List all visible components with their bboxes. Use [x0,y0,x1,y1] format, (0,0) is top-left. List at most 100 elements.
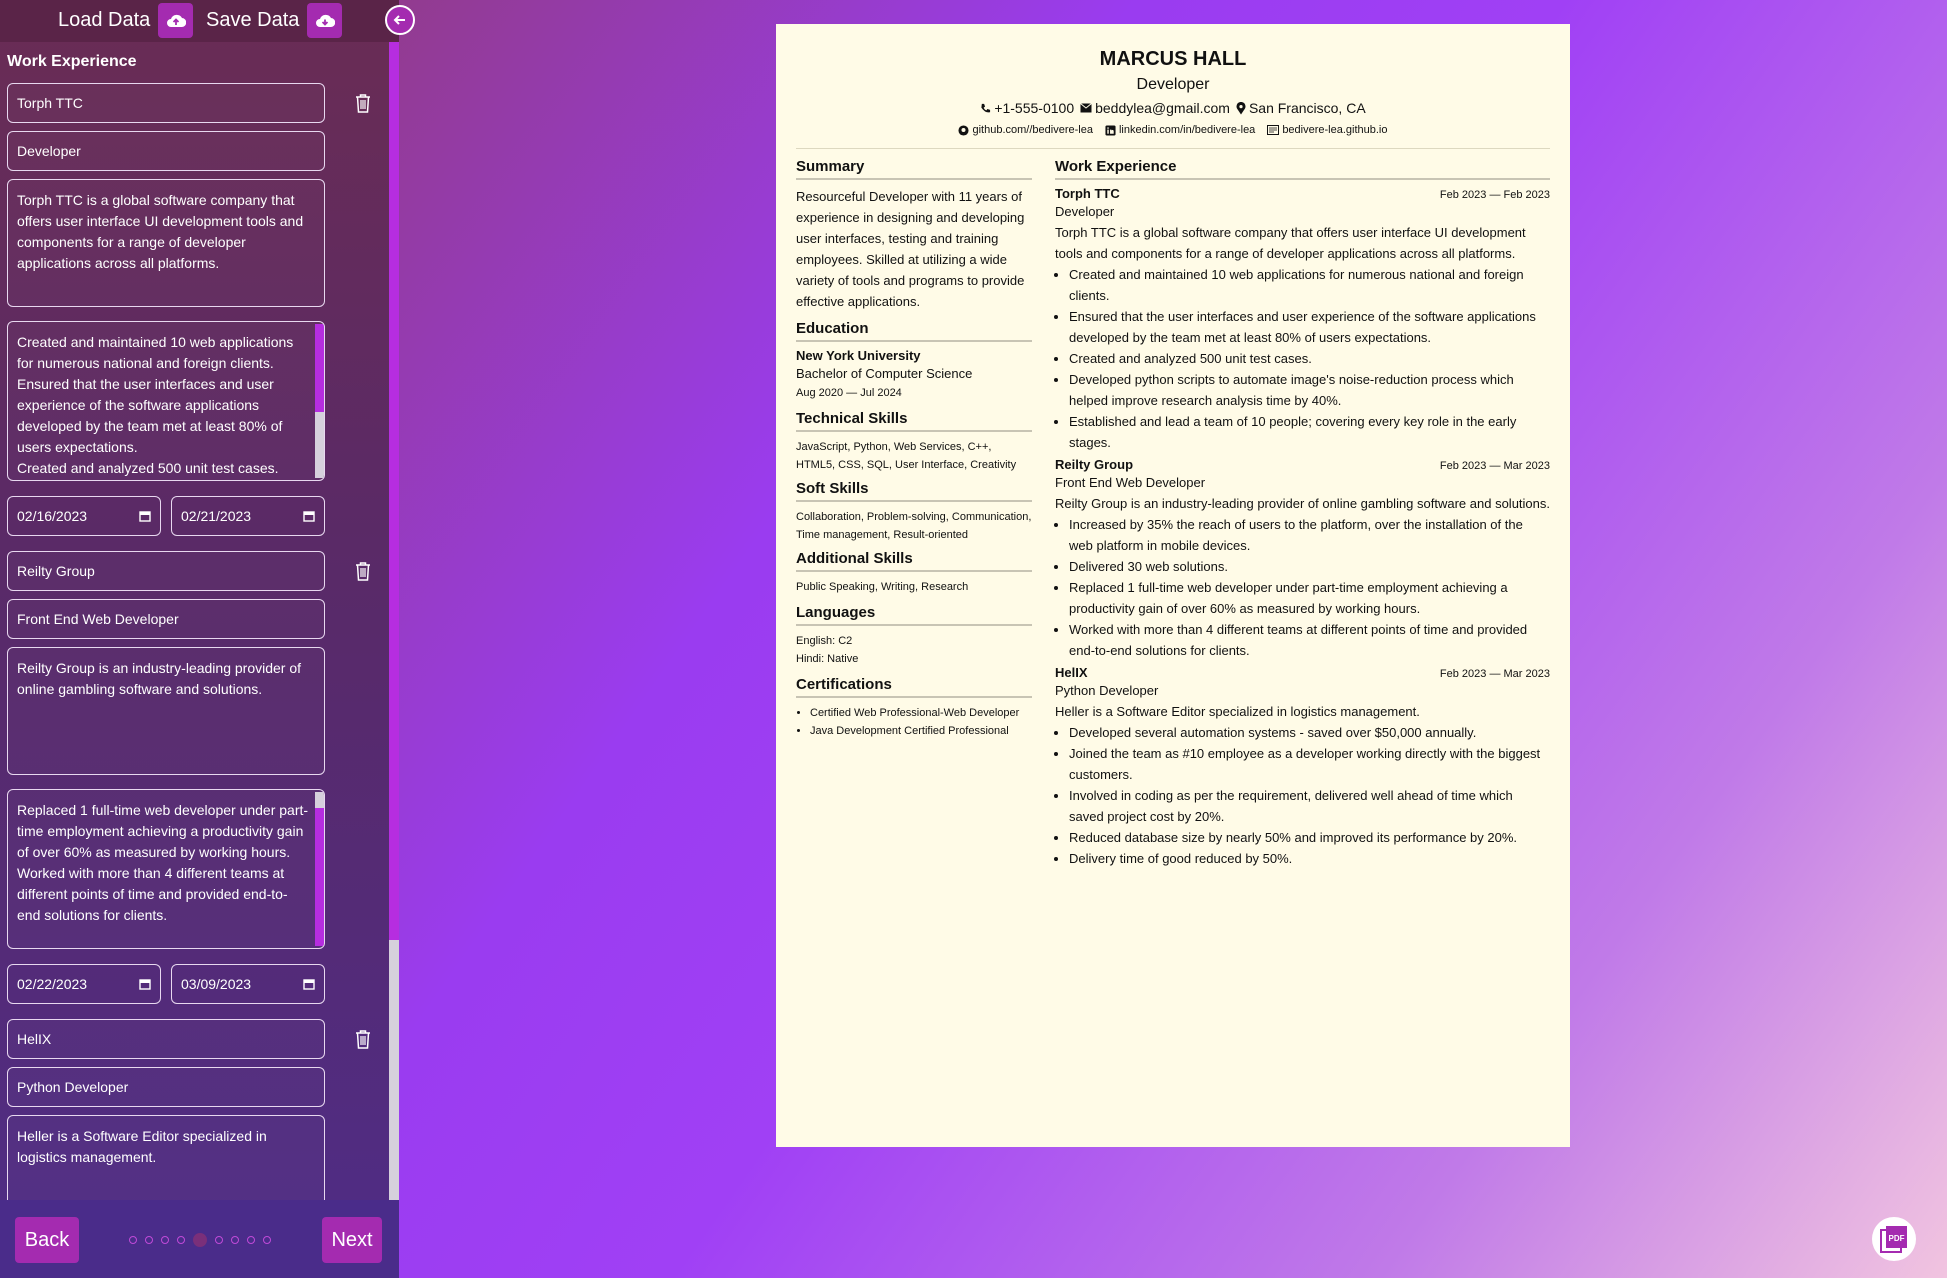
textarea-scrollbar-thumb[interactable] [315,808,324,946]
location-pin-icon [1236,101,1246,114]
cloud-upload-icon[interactable] [158,3,194,38]
job-bullet: Delivered 30 web solutions. [1069,556,1550,577]
education-dates: Aug 2020 — Jul 2024 [796,387,902,399]
resume-linkedin[interactable]: linkedin.com/in/bedivere-lea [1119,124,1255,136]
back-button[interactable]: Back [15,1217,79,1263]
job-bullet: Worked with more than 4 different teams … [1069,619,1550,661]
trash-icon[interactable] [352,558,374,584]
resume-location: San Francisco, CA [1248,100,1366,116]
trash-icon[interactable] [352,90,374,116]
job-bullet: Created and maintained 10 web applicatio… [1069,264,1550,306]
certification-item: Certified Web Professional-Web Developer [810,704,1032,722]
job-bullet: Replaced 1 full-time web developer under… [1069,577,1550,619]
description-textarea[interactable]: Reilty Group is an industry-leading prov… [7,647,325,775]
education-school: New York University [796,348,921,363]
job-bullet: Delivery time of good reduced by 50%. [1069,848,1550,869]
achievements-textarea[interactable]: Created and maintained 10 web applicatio… [7,321,325,481]
technical-skills-text: JavaScript, Python, Web Services, C++, H… [796,441,1017,471]
arrow-left-icon [393,15,405,25]
calendar-icon[interactable] [303,510,315,522]
end-date-input[interactable]: 02/21/2023 [171,496,325,536]
start-date-input[interactable]: 02/16/2023 [7,496,161,536]
company-input[interactable]: Reilty Group [7,551,325,591]
download-pdf-button[interactable]: PDF [1872,1217,1916,1261]
editor-toolbar: Load Data Save Data [0,0,399,42]
job-bullet: Established and lead a team of 10 people… [1069,411,1550,453]
next-button[interactable]: Next [322,1217,382,1263]
mail-icon [1080,103,1092,113]
save-data-button[interactable]: Save Data [206,3,343,38]
step-dot[interactable] [215,1236,223,1244]
technical-skills-heading: Technical Skills [796,410,1032,432]
education-degree: Bachelor of Computer Science [796,366,973,381]
section-title: Work Experience [7,53,137,70]
resume-preview: MARCUS HALL Developer +1-555-0100 beddyl… [776,24,1570,1147]
job-bullets: Created and maintained 10 web applicatio… [1069,264,1550,453]
step-dot[interactable] [231,1236,239,1244]
step-dot[interactable] [161,1236,169,1244]
step-indicator [129,1233,279,1247]
job-bullet: Developed python scripts to automate ima… [1069,369,1550,411]
resume-role: Developer [1136,76,1210,93]
resume-right-column: Work Experience Torph TTC Feb 2023 — Feb… [1055,158,1550,869]
calendar-icon[interactable] [303,978,315,990]
description-textarea[interactable]: Torph TTC is a global software company t… [7,179,325,307]
additional-skills-heading: Additional Skills [796,550,1032,572]
languages-heading: Languages [796,604,1032,626]
pdf-icon-label: PDF [1889,1234,1905,1243]
textarea-scrollbar[interactable] [315,324,324,478]
certification-item: Java Development Certified Professional [810,722,1032,740]
step-dot[interactable] [193,1233,207,1247]
job-entry: HelIX Feb 2023 — Mar 2023 Python Develop… [1055,665,1550,869]
job-entry: Reilty Group Feb 2023 — Mar 2023 Front E… [1055,457,1550,661]
job-description: Reilty Group is an industry-leading prov… [1055,496,1550,511]
job-bullet: Involved in coding as per the requiremen… [1069,785,1550,827]
textarea-scrollbar-thumb[interactable] [315,324,324,412]
additional-skills-text: Public Speaking, Writing, Research [796,581,969,593]
step-dot[interactable] [129,1236,137,1244]
language-item: Hindi: Native [796,653,859,665]
certifications-heading: Certifications [796,676,1032,698]
resume-contact: +1-555-0100 beddylea@gmail.com San Franc… [776,100,1570,116]
calendar-icon[interactable] [139,978,151,990]
trash-icon[interactable] [352,1026,374,1052]
job-description: Heller is a Software Editor specialized … [1055,704,1420,719]
resume-name: MARCUS HALL [1099,48,1247,70]
phone-icon [981,103,991,112]
end-date-input[interactable]: 03/09/2023 [171,964,325,1004]
resume-website[interactable]: bedivere-lea.github.io [1282,124,1387,136]
job-bullets: Developed several automation systems - s… [1069,722,1550,869]
start-date-value: 02/22/2023 [17,976,88,992]
position-input[interactable]: Developer [7,131,325,171]
summary-text: Resourceful Developer with 11 years of e… [796,189,1025,309]
start-date-input[interactable]: 02/22/2023 [7,964,161,1004]
editor-panel: Load Data Save Data Work Experience Torp… [0,0,399,1278]
company-input[interactable]: Torph TTC [7,83,325,123]
job-bullet: Joined the team as #10 employee as a dev… [1069,743,1550,785]
description-textarea[interactable]: Heller is a Software Editor specialized … [7,1115,325,1200]
position-input[interactable]: Front End Web Developer [7,599,325,639]
step-dot[interactable] [177,1236,185,1244]
resume-github[interactable]: github.com//bedivere-lea [972,124,1092,136]
step-dot[interactable] [145,1236,153,1244]
company-input[interactable]: HelIX [7,1019,325,1059]
textarea-scrollbar[interactable] [315,792,324,946]
load-data-button[interactable]: Load Data [58,3,194,38]
position-input[interactable]: Python Developer [7,1067,325,1107]
job-description: Torph TTC is a global software company t… [1055,225,1526,261]
step-dot[interactable] [263,1236,271,1244]
achievements-text: Created and maintained 10 web applicatio… [17,334,294,476]
form-scroll-area[interactable]: Work Experience Torph TTC Developer Torp… [0,42,399,1200]
job-position: Developer [1055,204,1115,219]
save-data-label: Save Data [206,9,300,31]
step-dot[interactable] [247,1236,255,1244]
collapse-panel-button[interactable] [385,5,415,35]
calendar-icon[interactable] [139,510,151,522]
job-dates: Feb 2023 — Feb 2023 [1439,189,1550,201]
work-experience-heading: Work Experience [1055,158,1550,180]
education-heading: Education [796,320,1032,342]
panel-scrollbar-thumb[interactable] [389,42,399,940]
job-dates: Feb 2023 — Mar 2023 [1439,668,1550,680]
achievements-textarea[interactable]: Replaced 1 full-time web developer under… [7,789,325,949]
cloud-download-icon[interactable] [307,3,343,38]
